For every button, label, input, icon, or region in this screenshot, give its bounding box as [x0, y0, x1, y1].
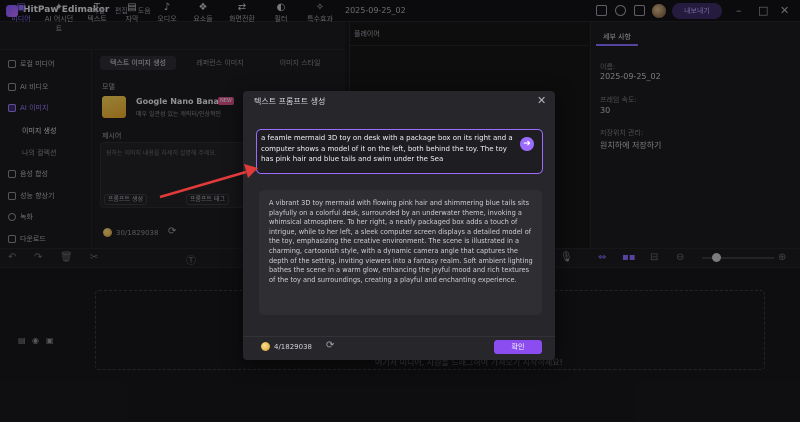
refresh-icon[interactable]: ⟳ [326, 340, 334, 351]
coin-icon [261, 342, 270, 351]
modal-credits: 4/1829038 [274, 343, 312, 351]
generated-prompt-text: A vibrant 3D toy mermaid with flowing pi… [269, 199, 533, 284]
modal-prompt-text[interactable]: a feamle mermaid 3D toy on desk with a p… [261, 133, 513, 165]
confirm-button[interactable]: 확인 [494, 340, 542, 354]
close-icon[interactable]: ✕ [537, 94, 546, 107]
modal-title: 텍스트 프롬프트 생성 [254, 97, 326, 106]
send-arrow-icon[interactable]: ➜ [520, 137, 534, 151]
